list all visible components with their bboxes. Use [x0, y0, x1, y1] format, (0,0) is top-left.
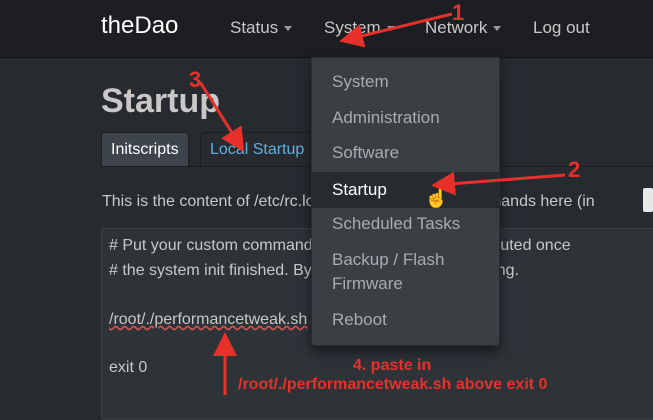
- caret-down-icon: [386, 26, 395, 32]
- tab-local-startup[interactable]: Local Startup: [200, 132, 315, 166]
- nav-status-label: Status: [230, 18, 279, 37]
- nav-status[interactable]: Status: [230, 18, 293, 38]
- menu-item-system[interactable]: System: [312, 70, 499, 94]
- annotation-number-3: 3: [189, 67, 202, 92]
- page-title: Startup: [101, 82, 220, 120]
- nav-system-label: System: [324, 18, 381, 37]
- nav-logout-label: Log out: [533, 18, 590, 37]
- editor-line: exit 0: [109, 359, 148, 376]
- tab-initscripts[interactable]: Initscripts: [101, 132, 189, 166]
- caret-down-icon: [284, 26, 293, 32]
- system-dropdown-menu: System Administration Software Startup S…: [311, 57, 500, 346]
- brand-logo[interactable]: theDao: [101, 12, 178, 40]
- caret-down-icon: [493, 26, 502, 32]
- annotation-step-4-line2: /root/./performancetweak.sh above exit 0: [238, 376, 548, 393]
- hand-cursor-icon: ☝: [424, 187, 449, 209]
- scrollbar[interactable]: [643, 188, 653, 212]
- menu-item-software[interactable]: Software: [312, 141, 499, 165]
- annotation-number-2: 2: [568, 157, 581, 182]
- annotation-number-1: 1: [452, 0, 465, 25]
- menu-item-startup[interactable]: Startup: [312, 172, 499, 208]
- nav-logout[interactable]: Log out: [533, 18, 590, 38]
- menu-item-administration[interactable]: Administration: [312, 106, 499, 130]
- menu-item-scheduled-tasks[interactable]: Scheduled Tasks: [312, 212, 499, 236]
- nav-system[interactable]: System: [324, 18, 395, 38]
- navbar: theDao Status System Network Log out: [0, 0, 653, 58]
- annotation-step-4-line1: 4. paste in: [353, 357, 432, 374]
- menu-item-reboot[interactable]: Reboot: [312, 308, 499, 332]
- editor-line: /root/./performancetweak.sh: [109, 311, 308, 328]
- menu-item-firmware[interactable]: Firmware: [312, 272, 499, 296]
- menu-item-backup-flash[interactable]: Backup / Flash: [312, 248, 499, 272]
